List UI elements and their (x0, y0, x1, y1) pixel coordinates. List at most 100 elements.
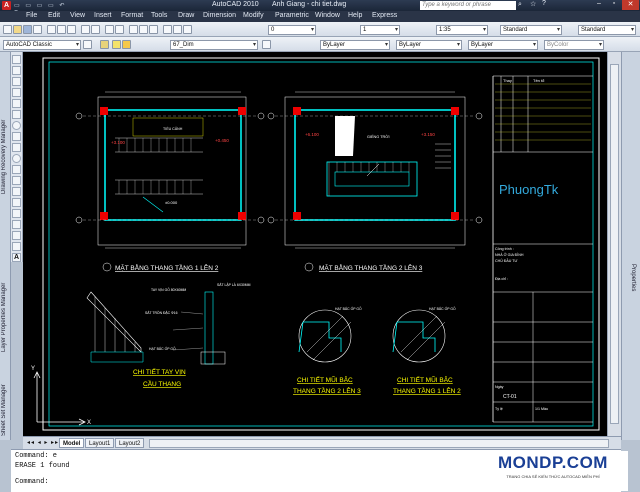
design-center-icon[interactable] (139, 25, 148, 34)
menu-modify[interactable]: Modify (243, 12, 264, 19)
lineweight-combo[interactable]: ByLayer (468, 40, 538, 50)
menu-help[interactable]: Help (348, 12, 362, 19)
menu-tools[interactable]: Tools (151, 12, 167, 19)
palette-drawing-recovery[interactable]: Drawing Recovery Manager (1, 102, 10, 212)
menu-edit[interactable]: Edit (48, 12, 60, 19)
handrail-note-3: HẠT BẮC ỐP GỖ (149, 346, 176, 351)
rectangle-icon[interactable] (12, 99, 21, 108)
table-icon[interactable] (12, 242, 21, 251)
drawing-canvas[interactable]: Thay Tên tổ PhuongTk Công trình : NHÀ Ở … (23, 52, 607, 436)
zoom-icon[interactable] (115, 25, 124, 34)
ellipse-arc-icon[interactable] (12, 165, 21, 174)
tab-layout1[interactable]: Layout1 (85, 438, 115, 448)
palette-sheet-set[interactable]: Sheet Set Manager (1, 382, 10, 438)
properties-icon[interactable] (129, 25, 138, 34)
title-block: Thay Tên tổ PhuongTk Công trình : NHÀ Ở … (492, 75, 593, 423)
svg-text:X: X (87, 420, 91, 426)
menu-parametric[interactable]: Parametric (275, 12, 309, 19)
spline-icon[interactable] (12, 143, 21, 152)
redo-icon[interactable] (91, 25, 100, 34)
pan-icon[interactable] (105, 25, 114, 34)
scale-combo[interactable]: 1 (360, 25, 400, 35)
command-prompt[interactable]: Command: (15, 478, 49, 486)
gradient-icon[interactable] (12, 220, 21, 229)
menu-file[interactable]: File (26, 12, 37, 19)
draw-toolbar: A (11, 52, 23, 262)
plotstyle-combo[interactable]: ByColor (544, 40, 604, 50)
new-icon[interactable] (3, 25, 12, 34)
print-icon[interactable] (33, 25, 42, 34)
menu-bar: File Edit View Insert Format Tools Draw … (0, 11, 640, 22)
save-icon[interactable] (23, 25, 32, 34)
help-icon[interactable]: ? (542, 0, 546, 7)
layer-properties-icon[interactable] (100, 40, 109, 49)
calculator-icon[interactable] (173, 25, 182, 34)
color-combo[interactable]: ByLayer (320, 40, 390, 50)
point-icon[interactable] (12, 198, 21, 207)
workspace-combo[interactable]: AutoCAD Classic (3, 40, 81, 50)
search-icon[interactable]: ⌕ (518, 1, 522, 9)
undo-icon[interactable] (81, 25, 90, 34)
layer-combo[interactable]: 67_Dim (170, 40, 258, 50)
menu-window[interactable]: Window (315, 12, 340, 19)
tab-layout2[interactable]: Layout2 (115, 438, 145, 448)
vertical-scrollbar[interactable] (607, 52, 621, 436)
menu-dimension[interactable]: Dimension (203, 12, 236, 19)
help-toolbar-icon[interactable] (183, 25, 192, 34)
elevation-plan1-b: +0.450 (215, 138, 229, 143)
star-icon[interactable]: ☆ (530, 0, 536, 8)
lightbulb-icon[interactable] (112, 40, 121, 49)
circle-icon[interactable] (12, 121, 21, 130)
workspace-settings-icon[interactable] (83, 40, 92, 49)
watermark-main: MONDP.COM (498, 453, 608, 472)
detail2-title: CHI TIẾT MŨI BẬC (297, 374, 353, 384)
text-style-combo[interactable]: Standard (500, 25, 562, 35)
palette-layer-properties[interactable]: Layer Properties Manager (1, 262, 10, 372)
elevation-plan2-a: +6.100 (305, 132, 319, 137)
brand-logo: PhuongTk (499, 182, 559, 197)
tab-nav-arrows[interactable]: ◂◂ ◂ ▸ ▸▸ (27, 439, 59, 446)
maximize-button[interactable]: ▫ (607, 0, 621, 10)
copy-icon[interactable] (57, 25, 66, 34)
scroll-thumb[interactable] (610, 64, 619, 424)
toolbar-layers: AutoCAD Classic 67_Dim ByLayer ByLayer B… (0, 37, 640, 52)
make-block-icon[interactable] (12, 187, 21, 196)
minimize-button[interactable]: – (592, 0, 606, 10)
menu-draw[interactable]: Draw (178, 12, 194, 19)
ellipse-icon[interactable] (12, 154, 21, 163)
revision-cloud-icon[interactable] (12, 132, 21, 141)
paste-icon[interactable] (67, 25, 76, 34)
arc-icon[interactable] (12, 110, 21, 119)
annotation-scale-combo[interactable]: 1:35 (436, 25, 488, 35)
make-current-icon[interactable] (262, 40, 271, 49)
menu-view[interactable]: View (70, 12, 85, 19)
insert-block-icon[interactable] (12, 176, 21, 185)
open-icon[interactable] (13, 25, 22, 34)
hatch-icon[interactable] (12, 209, 21, 218)
close-button[interactable]: ✕ (622, 0, 639, 10)
multiline-text-icon[interactable]: A (12, 253, 21, 262)
quick-access-toolbar[interactable]: ▭ ▭ ▭ ▭ ↶ ↷ (14, 2, 74, 16)
region-icon[interactable] (12, 231, 21, 240)
menu-format[interactable]: Format (121, 12, 143, 19)
tab-model[interactable]: Model (59, 438, 85, 448)
title-block-header-1: Thay (503, 78, 512, 83)
line-icon[interactable] (12, 55, 21, 64)
tool-palette-icon[interactable] (149, 25, 158, 34)
layer-filter-combo[interactable]: 0 (268, 25, 316, 35)
app-icon[interactable]: A (2, 1, 11, 10)
polygon-icon[interactable] (12, 88, 21, 97)
construction-line-icon[interactable] (12, 66, 21, 75)
palette-properties[interactable]: Properties (627, 248, 636, 308)
dim-style-combo[interactable]: Standard (578, 25, 636, 35)
menu-insert[interactable]: Insert (94, 12, 112, 19)
horizontal-scrollbar[interactable] (149, 439, 609, 448)
stair-plan-2: GIẾNG TRỜI +6.100 +3.150 MẶT BẰNG THANG … (267, 91, 483, 272)
menu-express[interactable]: Express (372, 12, 397, 19)
cut-icon[interactable] (47, 25, 56, 34)
layer-state-icon[interactable] (163, 25, 172, 34)
search-input[interactable]: Type a keyword or phrase (420, 1, 516, 10)
sun-icon[interactable] (122, 40, 131, 49)
polyline-icon[interactable] (12, 77, 21, 86)
linetype-combo[interactable]: ByLayer (396, 40, 462, 50)
